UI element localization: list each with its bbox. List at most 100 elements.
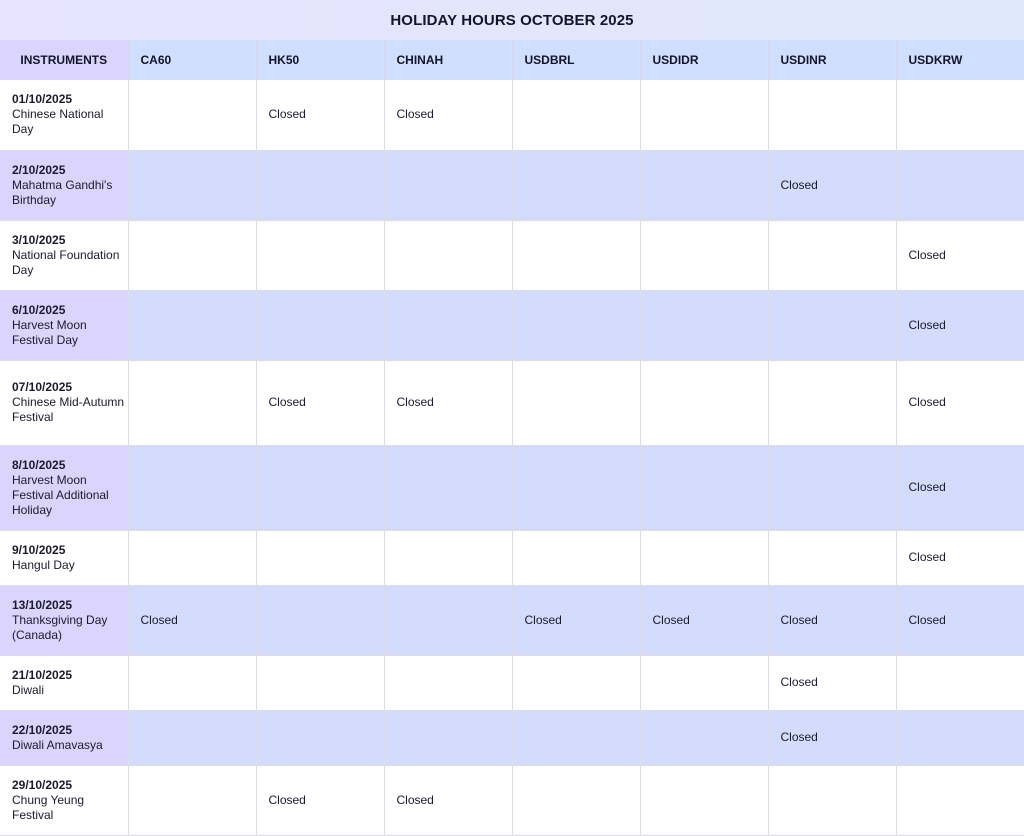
- status-cell: [128, 655, 257, 711]
- status-cell: [512, 765, 641, 836]
- holiday-name: Hangul Day: [12, 557, 75, 572]
- table-row: 9/10/2025 Hangul Day Closed: [0, 530, 1024, 586]
- holiday-date: 2/10/2025: [12, 162, 66, 177]
- status-cell: [512, 710, 641, 766]
- holiday-name: Chung Yeung Festival: [12, 792, 85, 822]
- status-cell: [128, 530, 257, 586]
- status-cell: [640, 445, 769, 531]
- table-row: 8/10/2025 Harvest Moon Festival Additiona…: [0, 445, 1024, 531]
- status-cell: [384, 655, 513, 711]
- status-cell: Closed: [256, 765, 385, 836]
- status-cell: [640, 765, 769, 836]
- holiday-date: 6/10/2025: [12, 302, 66, 317]
- holiday-date: 29/10/2025: [12, 777, 73, 792]
- holiday-date: 13/10/2025: [12, 597, 73, 612]
- status-cell: [512, 220, 641, 291]
- status-cell: [896, 80, 1024, 151]
- status-cell: Closed: [896, 585, 1024, 656]
- status-cell: Closed: [384, 80, 513, 151]
- status-cell: [256, 290, 385, 361]
- holiday-table: INSTRUMENTS CA60 HK50 CHINAH USDBRL USDI…: [0, 40, 1024, 836]
- status-cell: [128, 290, 257, 361]
- status-cell: [384, 150, 513, 221]
- status-cell: Closed: [384, 765, 513, 836]
- table-row: 29/10/2025 Chung Yeung Festival Closed Cl…: [0, 765, 1024, 836]
- status-cell: [640, 290, 769, 361]
- status-cell: [384, 445, 513, 531]
- status-cell: Closed: [384, 360, 513, 446]
- status-cell: [384, 220, 513, 291]
- holiday-cell: 29/10/2025 Chung Yeung Festival: [0, 765, 129, 836]
- holiday-date: 01/10/2025: [12, 92, 73, 107]
- holiday-cell: 2/10/2025 Mahatma Gandhi's Birthday: [0, 150, 129, 221]
- status-cell: Closed: [256, 360, 385, 446]
- status-cell: [256, 445, 385, 531]
- status-cell: [512, 445, 641, 531]
- holiday-name: Diwali Amavasya: [12, 737, 103, 752]
- table-row: 22/10/2025 Diwali Amavasya Closed: [0, 710, 1024, 766]
- status-cell: Closed: [896, 530, 1024, 586]
- status-cell: Closed: [896, 290, 1024, 361]
- holiday-cell: 21/10/2025 Diwali: [0, 655, 129, 711]
- status-cell: Closed: [256, 80, 385, 151]
- status-cell: [768, 290, 897, 361]
- table-row: 01/10/2025 Chinese National Day Closed Cl…: [0, 80, 1024, 151]
- column-header-chinah: CHINAH: [384, 40, 513, 80]
- holiday-name: National Foundation Day: [12, 247, 120, 277]
- table-row: 2/10/2025 Mahatma Gandhi's Birthday Close…: [0, 150, 1024, 221]
- status-cell: Closed: [896, 360, 1024, 446]
- holiday-date: 07/10/2025: [12, 380, 73, 394]
- holiday-name: Harvest Moon Festival Additional Holiday: [12, 472, 109, 517]
- status-cell: [128, 150, 257, 221]
- status-cell: [896, 710, 1024, 766]
- status-cell: [640, 220, 769, 291]
- status-cell: [256, 710, 385, 766]
- page-title: HOLIDAY HOURS OCTOBER 2025: [0, 0, 1024, 40]
- table-row: 07/10/2025 Chinese Mid-Autumn Festival Cl…: [0, 360, 1024, 446]
- status-cell: [640, 655, 769, 711]
- status-cell: [640, 360, 769, 446]
- holiday-cell: 8/10/2025 Harvest Moon Festival Additiona…: [0, 445, 129, 531]
- status-cell: [384, 290, 513, 361]
- status-cell: [256, 150, 385, 221]
- status-cell: [128, 710, 257, 766]
- status-cell: [128, 220, 257, 291]
- status-cell: [128, 765, 257, 836]
- holiday-name: Thanksgiving Day (Canada): [12, 612, 108, 642]
- status-cell: [640, 530, 769, 586]
- status-cell: [896, 765, 1024, 836]
- status-cell: [256, 220, 385, 291]
- status-cell: [768, 80, 897, 151]
- status-cell: [640, 80, 769, 151]
- status-cell: [384, 710, 513, 766]
- status-cell: [896, 655, 1024, 711]
- holiday-cell: 6/10/2025 Harvest Moon Festival Day: [0, 290, 129, 361]
- status-cell: [128, 80, 257, 151]
- status-cell: [896, 150, 1024, 221]
- holiday-date: 9/10/2025: [12, 542, 66, 557]
- holiday-name: Chinese National Day: [12, 107, 104, 137]
- status-cell: Closed: [128, 585, 257, 656]
- status-cell: [256, 655, 385, 711]
- holiday-cell: 9/10/2025 Hangul Day: [0, 530, 129, 586]
- column-header-hk50: HK50: [256, 40, 385, 80]
- column-header-usdinr: USDINR: [768, 40, 897, 80]
- holiday-date: 3/10/2025: [12, 232, 66, 247]
- holiday-date: 22/10/2025: [12, 722, 73, 737]
- holiday-cell: 13/10/2025 Thanksgiving Day (Canada): [0, 585, 129, 656]
- column-header-ca60: CA60: [128, 40, 257, 80]
- status-cell: [384, 530, 513, 586]
- holiday-cell: 22/10/2025 Diwali Amavasya: [0, 710, 129, 766]
- status-cell: [512, 80, 641, 151]
- status-cell: Closed: [768, 710, 897, 766]
- column-header-usdkrw: USDKRW: [896, 40, 1024, 80]
- status-cell: Closed: [768, 150, 897, 221]
- status-cell: [768, 220, 897, 291]
- status-cell: [512, 290, 641, 361]
- holiday-name: Diwali: [12, 682, 45, 697]
- status-cell: [768, 360, 897, 446]
- status-cell: [256, 585, 385, 656]
- status-cell: [768, 765, 897, 836]
- status-cell: Closed: [640, 585, 769, 656]
- holiday-cell: 07/10/2025 Chinese Mid-Autumn Festival: [0, 360, 129, 446]
